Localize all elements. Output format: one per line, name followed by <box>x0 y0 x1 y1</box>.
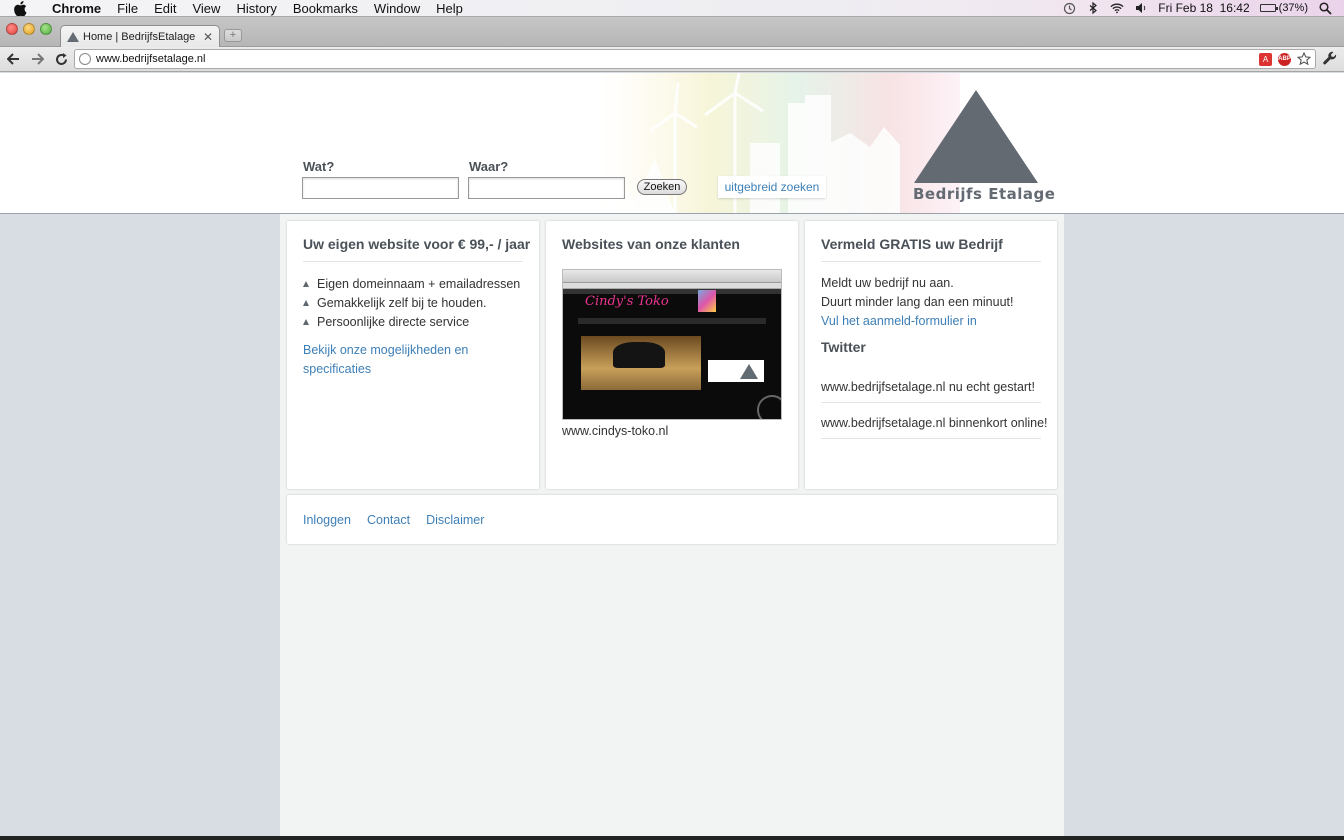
footer-link-disclaimer[interactable]: Disclaimer <box>426 513 484 527</box>
menu-help[interactable]: Help <box>428 0 471 17</box>
wifi-icon[interactable] <box>1110 1 1124 15</box>
minimize-window-button[interactable] <box>23 23 35 35</box>
tweet-item[interactable]: www.bedrijfsetalage.nl binnenkort online… <box>821 403 1048 439</box>
register-line-1: Meldt uw bedrijf nu aan. <box>821 276 954 290</box>
adblock-extension-icon[interactable]: ABP <box>1278 52 1291 66</box>
close-window-button[interactable] <box>6 23 18 35</box>
thumb-menu-row <box>578 318 766 324</box>
address-bar[interactable]: www.bedrijfsetalage.nl A ABP <box>74 49 1316 69</box>
register-form-link[interactable]: Vul het aanmeld-formulier in <box>821 312 1041 331</box>
menu-history[interactable]: History <box>228 0 284 17</box>
menu-bookmarks[interactable]: Bookmarks <box>285 0 366 17</box>
reload-button[interactable] <box>50 48 72 70</box>
forward-arrow-icon <box>31 53 44 65</box>
where-label: Waar? <box>469 159 509 174</box>
footer-card: Inloggen Contact Disclaimer <box>287 495 1057 544</box>
website-offer-title: Uw eigen website voor € 99,- / jaar <box>303 236 530 262</box>
back-button[interactable] <box>2 48 24 70</box>
specifications-link[interactable]: Bekijk onze mogelijkheden en specificati… <box>303 341 473 379</box>
footer-link-contact[interactable]: Contact <box>367 513 410 527</box>
bookmark-star-icon[interactable] <box>1297 52 1311 66</box>
what-label: Wat? <box>303 159 335 174</box>
mac-menu-bar: Chrome File Edit View History Bookmarks … <box>0 0 1344 17</box>
bullet-triangle-icon <box>303 318 309 325</box>
web-page: Wat? Waar? Zoeken uitgebreid zoeken Bedr… <box>0 73 1344 840</box>
menu-window[interactable]: Window <box>366 0 428 17</box>
page-info-icon[interactable] <box>79 53 91 65</box>
client-websites-title: Websites van onze klanten <box>562 236 740 252</box>
bullet-triangle-icon <box>303 280 309 287</box>
list-item: Eigen domeinnaam + emailadressen <box>303 274 523 293</box>
bluetooth-icon[interactable] <box>1086 1 1100 15</box>
website-offer-card: Uw eigen website voor € 99,- / jaar Eige… <box>287 221 539 489</box>
browser-tab-active[interactable]: Home | BedrijfsEtalage | Bedrijfs ✕ <box>60 25 220 47</box>
tab-close-icon[interactable]: ✕ <box>203 30 213 44</box>
battery-percent: (37%) <box>1278 2 1308 14</box>
clock[interactable]: Fri Feb 18 16:42 <box>1158 1 1249 15</box>
volume-icon[interactable] <box>1134 1 1148 15</box>
footer-nav: Inloggen Contact Disclaimer <box>303 513 500 527</box>
client-website-caption[interactable]: www.cindys-toko.nl <box>562 424 668 438</box>
time-machine-icon[interactable] <box>1062 1 1076 15</box>
tab-title: Home | BedrijfsEtalage | Bedrijfs <box>83 30 199 43</box>
list-item: Gemakkelijk zelf bij te houden. <box>303 293 523 312</box>
where-search-input[interactable] <box>468 177 625 199</box>
apple-menu-icon[interactable] <box>14 0 34 16</box>
menu-view[interactable]: View <box>184 0 228 17</box>
window-controls <box>6 23 52 35</box>
battery-status[interactable]: (37%) <box>1259 2 1308 14</box>
menu-file[interactable]: File <box>109 0 146 17</box>
bullet-text: Eigen domeinnaam + emailadressen <box>317 276 521 291</box>
settings-wrench-icon[interactable] <box>1322 51 1338 67</box>
advanced-search-link[interactable]: uitgebreid zoeken <box>718 176 826 198</box>
website-offer-bullets: Eigen domeinnaam + emailadressen Gemakke… <box>303 274 523 331</box>
client-website-screenshot[interactable]: Cindy's Toko <box>562 269 782 420</box>
logo-text[interactable]: Bedrijfs Etalage <box>913 185 1055 203</box>
reload-icon <box>55 52 67 65</box>
menu-chrome[interactable]: Chrome <box>44 0 109 17</box>
footer-link-login[interactable]: Inloggen <box>303 513 351 527</box>
bullet-triangle-icon <box>303 299 309 306</box>
twitter-title: Twitter <box>821 339 866 355</box>
spotlight-search-icon[interactable] <box>1318 1 1332 15</box>
list-item: Persoonlijke directe service <box>303 312 523 331</box>
window-bottom-edge <box>0 836 1344 840</box>
register-card: Vermeld GRATIS uw Bedrijf Meldt uw bedri… <box>805 221 1057 489</box>
thumb-flower-image <box>698 290 716 312</box>
thumb-brand: Cindy's Toko <box>585 294 669 309</box>
bullet-text: Gemakkelijk zelf bij te houden. <box>317 295 487 310</box>
new-tab-button[interactable]: + <box>224 29 242 42</box>
tweet-item[interactable]: www.bedrijfsetalage.nl nu echt gestart! <box>821 370 1041 403</box>
site-favicon-icon <box>67 31 79 42</box>
register-title: Vermeld GRATIS uw Bedrijf <box>821 236 1041 262</box>
content-area: Uw eigen website voor € 99,- / jaar Eige… <box>280 214 1064 840</box>
thumb-ornament <box>757 395 781 419</box>
thumb-food-photo <box>581 336 701 390</box>
browser-tab-strip: Home | BedrijfsEtalage | Bedrijfs ✕ + <box>0 17 1344 47</box>
search-button[interactable]: Zoeken <box>637 179 687 195</box>
what-search-input[interactable] <box>302 177 459 199</box>
client-websites-card: Websites van onze klanten Cindy's Toko w… <box>546 221 798 489</box>
browser-toolbar: www.bedrijfsetalage.nl A ABP <box>0 47 1344 72</box>
bullet-text: Persoonlijke directe service <box>317 314 470 329</box>
zoom-window-button[interactable] <box>40 23 52 35</box>
menu-edit[interactable]: Edit <box>146 0 184 17</box>
address-url[interactable]: www.bedrijfsetalage.nl <box>96 53 205 65</box>
thumb-browser-bar <box>563 270 781 283</box>
back-arrow-icon <box>6 53 19 65</box>
forward-button[interactable] <box>26 48 48 70</box>
register-line-2: Duurt minder lang dan een minuut! <box>821 295 1014 309</box>
battery-icon <box>1259 4 1278 12</box>
thumb-logo-box <box>708 360 764 382</box>
pdf-extension-icon[interactable]: A <box>1259 52 1272 66</box>
site-header: Wat? Waar? Zoeken uitgebreid zoeken Bedr… <box>0 73 1344 214</box>
